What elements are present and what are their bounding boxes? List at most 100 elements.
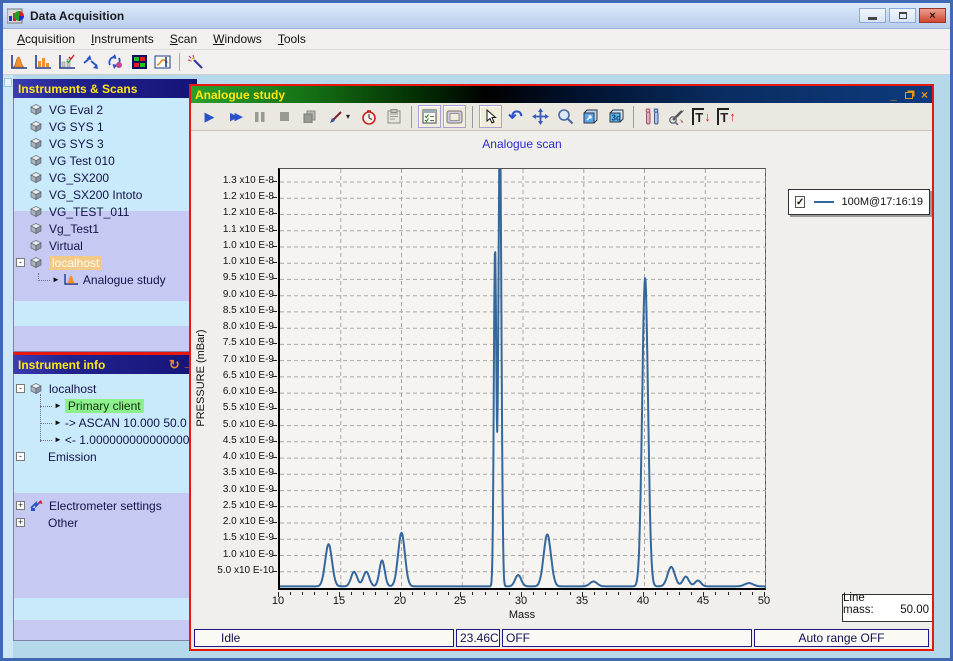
bar-scan-icon[interactable]: [32, 52, 54, 72]
undo-icon[interactable]: ↶: [504, 105, 527, 128]
refresh-icon[interactable]: ↻: [169, 357, 180, 373]
tree-item-label: VG_TEST_011: [49, 205, 129, 219]
tree-item-vg-eval-2[interactable]: VG Eval 2: [14, 101, 196, 118]
menu-scan[interactable]: Scan: [162, 30, 205, 48]
chart-window-titlebar: Analogue study _ ×: [191, 86, 932, 103]
chart-title: Analogue scan: [278, 137, 766, 151]
instrument-tools-icon[interactable]: [640, 105, 663, 128]
profile-chart-icon[interactable]: [152, 52, 174, 72]
legend-checkbox[interactable]: ✓: [795, 196, 805, 208]
toolbar-separator: [411, 106, 412, 128]
tree-branch-line: [40, 416, 52, 424]
instrument-icon: [29, 256, 43, 269]
multi-view-grid-icon[interactable]: [128, 52, 150, 72]
expand-expander-icon[interactable]: +: [16, 518, 25, 527]
zoom-icon[interactable]: [554, 105, 577, 128]
main-toolbar: [3, 50, 950, 75]
tree-item-localhost[interactable]: - localhost: [14, 254, 196, 271]
collapse-expander-icon[interactable]: -: [16, 258, 25, 267]
play-icon[interactable]: ▶: [198, 105, 221, 128]
pan-move-icon[interactable]: [529, 105, 552, 128]
3d-view-icon[interactable]: 3d: [604, 105, 627, 128]
legend-label: 100M@17:16:19: [841, 196, 923, 208]
text-align-up-icon[interactable]: T ↑: [715, 105, 738, 128]
info-item-other[interactable]: + Other: [14, 514, 196, 531]
tree-item-vg-sx200-intoto[interactable]: VG_SX200 Intoto: [14, 186, 196, 203]
menu-windows[interactable]: Windows: [205, 30, 270, 48]
fast-forward-icon[interactable]: ▶▶: [223, 105, 246, 128]
trend-arrows-icon[interactable]: [80, 52, 102, 72]
close-button[interactable]: ×: [919, 8, 946, 23]
info-item-electrometer-settings[interactable]: + Electrometer settings: [14, 497, 196, 514]
wizard-wand-icon[interactable]: [185, 52, 207, 72]
tree-item-vg-sx200[interactable]: VG_SX200: [14, 169, 196, 186]
chart-area: Analogue scan PRESSURE (mBar) 5.0 x10 E-…: [191, 131, 932, 627]
instrument-icon: [29, 188, 43, 201]
copy-pages-icon[interactable]: [298, 105, 321, 128]
menu-instruments[interactable]: Instruments: [83, 30, 162, 48]
text-align-down-icon[interactable]: T ↓: [690, 105, 713, 128]
electrometer-icon: [29, 499, 43, 512]
tree-item-label-highlighted: Primary client: [65, 399, 144, 413]
tree-item-label: Vg_Test1: [49, 222, 99, 236]
tree-branch-line: [40, 399, 52, 407]
analog-scan-icon[interactable]: [8, 52, 30, 72]
legend-box[interactable]: ✓ 100M@17:16:19: [788, 189, 930, 215]
expand-expander-icon[interactable]: +: [16, 501, 25, 510]
instruments-panel-title: Instruments & Scans: [18, 82, 137, 96]
stop-icon[interactable]: [273, 105, 296, 128]
timer-icon[interactable]: [357, 105, 380, 128]
tree-item-virtual[interactable]: Virtual: [14, 237, 196, 254]
window-titlebar: Data Acquisition ×: [3, 3, 950, 29]
pause-icon[interactable]: [248, 105, 271, 128]
degas-cycle-icon[interactable]: [104, 52, 126, 72]
tree-item-vg-test-010[interactable]: VG Test 010: [14, 152, 196, 169]
tree-item-vg-sys-1[interactable]: VG SYS 1: [14, 118, 196, 135]
tree-item-label-selected: localhost: [49, 256, 102, 270]
chart-close-icon[interactable]: ×: [921, 88, 928, 102]
full-screen-icon[interactable]: [443, 105, 466, 128]
tree-item-label: VG SYS 3: [49, 137, 104, 151]
instrument-icon: [29, 222, 43, 235]
chart-status-bar: Idle 23.46C OFF Auto range OFF: [191, 627, 932, 649]
tune-search-icon[interactable]: [665, 105, 688, 128]
menu-acquisition[interactable]: Acquisition: [9, 30, 83, 48]
collapse-expander-icon[interactable]: -: [16, 384, 25, 393]
scan-checklist-icon[interactable]: [418, 105, 441, 128]
tree-item-label: VG Eval 2: [49, 103, 103, 117]
export-chart-icon[interactable]: [579, 105, 602, 128]
plot-area[interactable]: [278, 168, 766, 590]
tree-item-label: Virtual: [49, 239, 83, 253]
restore-button[interactable]: [889, 8, 916, 23]
minimize-button[interactable]: [859, 8, 886, 23]
chart-window-title: Analogue study: [195, 88, 882, 102]
toolbar-separator: [179, 53, 180, 71]
analogue-study-window: Analogue study _ × ▶ ▶▶ ▾: [189, 84, 934, 651]
chart-restore-icon[interactable]: [905, 88, 913, 102]
bullet-arrow-icon: ►: [54, 435, 62, 444]
chart-minimize-icon[interactable]: _: [890, 88, 897, 102]
tree-item-vg-test1[interactable]: Vg_Test1: [14, 220, 196, 237]
info-item-ascan[interactable]: ► -> ASCAN 10.000 50.0: [14, 414, 196, 431]
bar-verify-icon[interactable]: [56, 52, 78, 72]
info-item-emission[interactable]: - Emission: [14, 448, 196, 465]
probe-tool-icon[interactable]: ▾: [323, 105, 355, 128]
report-notes-icon[interactable]: [382, 105, 405, 128]
line-mass-value: 50.00: [900, 604, 929, 616]
tree-item-label: VG SYS 1: [49, 120, 104, 134]
tree-item-analogue-study[interactable]: ► Analogue study: [14, 271, 196, 288]
tree-item-vg-test-011[interactable]: VG_TEST_011: [14, 203, 196, 220]
tree-item-label: -> ASCAN 10.000 50.0: [65, 416, 187, 430]
info-item-multiplier[interactable]: ► <- 1.000000000000000: [14, 431, 196, 448]
tree-item-vg-sys-3[interactable]: VG SYS 3: [14, 135, 196, 152]
dropdown-arrow-icon: ▾: [346, 112, 350, 121]
mdi-workspace: Instruments & Scans VG Eval 2 VG SYS 1 V…: [3, 75, 950, 658]
pointer-select-icon[interactable]: [479, 105, 502, 128]
menu-tools[interactable]: Tools: [270, 30, 314, 48]
instrument-icon: [29, 137, 43, 150]
info-item-localhost[interactable]: - localhost: [14, 380, 196, 397]
tree-item-label: localhost: [49, 382, 96, 396]
info-item-primary-client[interactable]: ► Primary client: [14, 397, 196, 414]
dock-collapse-button[interactable]: [4, 78, 12, 87]
collapse-expander-icon[interactable]: -: [16, 452, 25, 461]
